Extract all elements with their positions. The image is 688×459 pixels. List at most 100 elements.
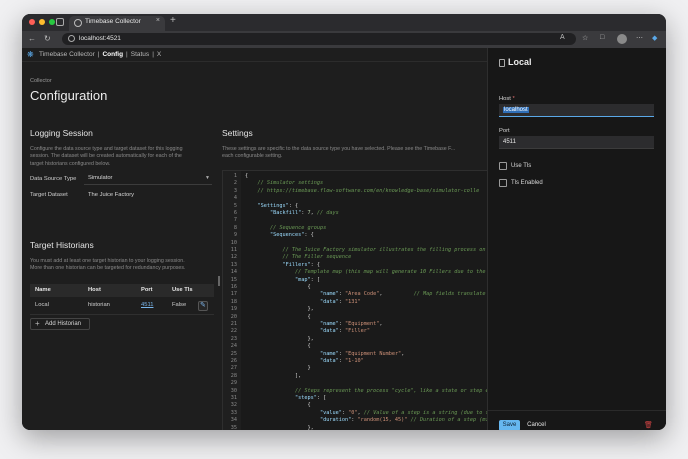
read-aloud-icon[interactable]: A (560, 34, 565, 41)
code-token: }, (245, 335, 314, 342)
code-token: : { (288, 202, 299, 209)
code-token: }, (245, 424, 314, 430)
code-token: { (245, 173, 249, 179)
target-dataset-value[interactable]: The Juice Factory (88, 192, 134, 198)
code-token: "Backfill" (270, 210, 302, 216)
profile-avatar[interactable] (617, 34, 627, 44)
panel-splitter-handle[interactable] (218, 276, 220, 286)
table-row[interactable]: Local historian 4511 False ✎ (30, 297, 214, 315)
required-marker: * (512, 96, 515, 102)
code-text: "name": "Area Code", // Map fields trans… (245, 291, 491, 297)
code-token: "duration" (319, 417, 352, 424)
breadcrumb[interactable]: Collector (30, 78, 52, 84)
nav-brand[interactable]: Timebase Collector (39, 51, 95, 58)
cancel-button[interactable]: Cancel (525, 420, 548, 430)
description-line: You must add at least one target histori… (30, 258, 185, 264)
tls-enabled-label[interactable]: Tls Enabled (511, 180, 543, 186)
row-name: Local (35, 302, 49, 308)
maximize-window-button[interactable] (49, 19, 55, 25)
host-input-value[interactable]: localhost (503, 107, 529, 113)
page-title: Configuration (30, 88, 108, 103)
info-icon[interactable] (68, 35, 75, 42)
code-token: "Filler" (344, 328, 370, 335)
panel-title: Local (508, 57, 532, 67)
column-header-name[interactable]: Name (35, 287, 51, 293)
line-number: 16 (230, 284, 237, 290)
port-input-value[interactable]: 4511 (503, 139, 516, 145)
code-token: "data" (319, 358, 339, 364)
port-input[interactable]: 4511 (499, 136, 654, 149)
line-number: 24 (230, 343, 237, 350)
code-token: // https://timebase.flow-software.com/en… (245, 187, 480, 194)
code-token: , (379, 321, 383, 327)
code-text: } (245, 365, 310, 371)
nav-extra[interactable]: X (157, 51, 161, 58)
line-number: 30 (230, 387, 237, 394)
more-menu-icon[interactable]: ⋯ (636, 34, 643, 42)
code-token: { (245, 284, 311, 290)
code-text: { (245, 313, 311, 320)
code-token: { (245, 313, 311, 320)
line-number: 8 (233, 224, 237, 231)
data-source-select[interactable]: Simulator ▼ (84, 174, 212, 185)
line-number: 23 (230, 335, 237, 342)
chevron-down-icon[interactable]: ▼ (205, 175, 210, 181)
code-token: "data" (319, 328, 339, 335)
nav-status[interactable]: Status (131, 51, 149, 58)
use-tls-checkbox[interactable] (499, 162, 507, 170)
tls-enabled-checkbox[interactable] (499, 179, 507, 187)
line-number: 15 (230, 276, 237, 283)
browser-tab[interactable]: Timebase Collector × (69, 16, 165, 31)
column-header-use-tls[interactable]: Use Tls (172, 287, 193, 293)
column-header-host[interactable]: Host (88, 287, 101, 293)
line-number: 5 (233, 202, 237, 209)
column-header-port[interactable]: Port (141, 287, 153, 293)
split-screen-icon[interactable]: □ (600, 34, 604, 41)
copilot-icon[interactable]: ◆ (652, 34, 657, 42)
panel-divider (488, 410, 666, 411)
trash-icon[interactable]: 🗑 (644, 421, 653, 429)
target-dataset-label: Target Dataset (30, 192, 68, 198)
pencil-icon: ✎ (200, 302, 206, 309)
tab-overview-icon[interactable] (56, 18, 64, 26)
reload-icon[interactable]: ↻ (44, 34, 51, 43)
code-token: "1-10" (344, 358, 364, 364)
line-number: 22 (230, 328, 237, 335)
table-header: Name Host Port Use Tls (30, 284, 214, 297)
host-input[interactable]: localhost (499, 104, 654, 117)
row-port[interactable]: 4511 (141, 302, 153, 308)
data-source-value[interactable]: Simulator (88, 175, 112, 181)
url-text[interactable]: localhost:4521 (79, 35, 121, 42)
close-tab-icon[interactable]: × (156, 17, 160, 24)
new-tab-button[interactable]: + (170, 15, 176, 26)
code-text: "data": "1-10" (245, 358, 364, 364)
code-text: // The Filler sequence (245, 254, 351, 260)
code-text: // The Juice Factory simulator illustrat… (245, 247, 491, 253)
edit-historian-button[interactable]: ✎ (198, 301, 208, 311)
minimize-window-button[interactable] (39, 19, 45, 25)
favorite-star-icon[interactable]: ☆ (582, 34, 588, 42)
close-window-button[interactable] (29, 19, 35, 25)
line-number: 18 (230, 298, 237, 305)
back-arrow-icon[interactable]: ← (28, 34, 36, 43)
settings-code-editor[interactable]: 1 {2 // Simulator settings 3 // https://ti… (222, 170, 492, 430)
port-label: Port (499, 128, 510, 134)
code-text: "steps": [ (245, 395, 326, 401)
nav-separator: | (152, 51, 154, 58)
historian-edit-panel: Local Host * localhost Port 4511 Use Tls… (487, 48, 666, 430)
app-nav-items: Timebase Collector | Config | Status | X (39, 51, 161, 58)
code-text: // https://timebase.flow-software.com/en… (245, 188, 479, 194)
code-token: // Simulator settings (245, 180, 324, 187)
use-tls-label[interactable]: Use Tls (511, 163, 531, 169)
logging-session-title: Logging Session (30, 128, 93, 138)
save-button[interactable]: Save (499, 420, 520, 430)
code-text: "name": "Equipment Number", (245, 351, 404, 357)
code-text: "duration": "random(15, 45)" // Duration… (245, 417, 491, 424)
line-number: 6 (233, 210, 237, 216)
address-bar[interactable]: localhost:4521 (62, 33, 576, 45)
add-historian-button[interactable]: + Add Historian (30, 318, 90, 330)
nav-config[interactable]: Config (102, 51, 123, 58)
